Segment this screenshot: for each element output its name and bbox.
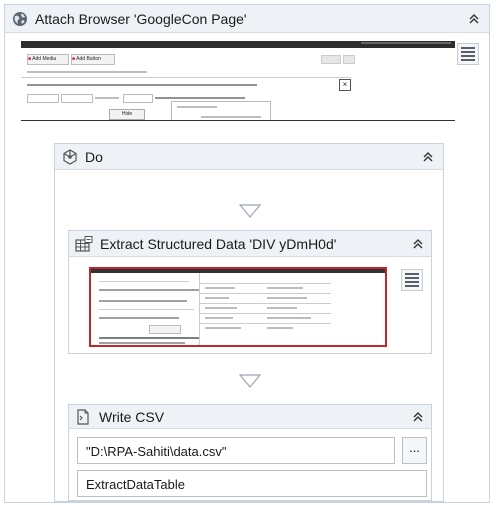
write-csv-activity[interactable]: Write CSV "D:\RPA-Sahiti\data.csv" ... E… [68,404,432,501]
write-csv-title: Write CSV [99,409,165,425]
write-csv-header[interactable]: Write CSV [69,405,431,429]
extract-structured-data-activity[interactable]: Extract Structured Data 'DIV yDmH0d' [68,230,432,354]
extract-data-header[interactable]: Extract Structured Data 'DIV yDmH0d' [69,231,431,257]
preview-add-button-button: Add Button [76,56,101,62]
browse-button[interactable]: ... [402,437,427,464]
do-sequence[interactable]: Do Extract Structured Data 'DIV yDmH0d' … [54,143,444,502]
browser-preview-screenshot: ■ Add Media ■ Add Button × Hide [21,41,455,121]
collapse-chevron-icon[interactable] [467,12,481,26]
attach-browser-activity[interactable]: Attach Browser 'GoogleCon Page' ■ Add Me… [4,4,490,503]
document-icon [75,409,91,425]
do-sequence-title: Do [85,149,103,165]
sequence-icon [62,149,78,165]
attach-browser-header[interactable]: Attach Browser 'GoogleCon Page' [5,5,489,33]
collapse-chevron-icon[interactable] [411,410,425,424]
drop-arrow-icon[interactable] [239,374,261,388]
preview-add-media-button: Add Media [32,56,57,62]
attach-browser-menu-button[interactable] [457,43,479,65]
file-path-field[interactable]: "D:\RPA-Sahiti\data.csv" [77,437,395,464]
data-table-field[interactable]: ExtractDataTable [77,470,427,497]
table-grid-icon [75,236,93,252]
attach-browser-title: Attach Browser 'GoogleCon Page' [35,11,247,27]
extract-data-title: Extract Structured Data 'DIV yDmH0d' [100,236,337,252]
preview-hide-button: Hide [109,109,145,120]
collapse-chevron-icon[interactable] [411,237,425,251]
collapse-chevron-icon[interactable] [421,150,435,164]
extract-data-menu-button[interactable] [401,269,423,291]
drop-arrow-icon[interactable] [239,204,261,218]
do-sequence-header[interactable]: Do [55,144,443,170]
globe-icon [12,11,28,27]
extract-preview-screenshot [89,267,387,347]
